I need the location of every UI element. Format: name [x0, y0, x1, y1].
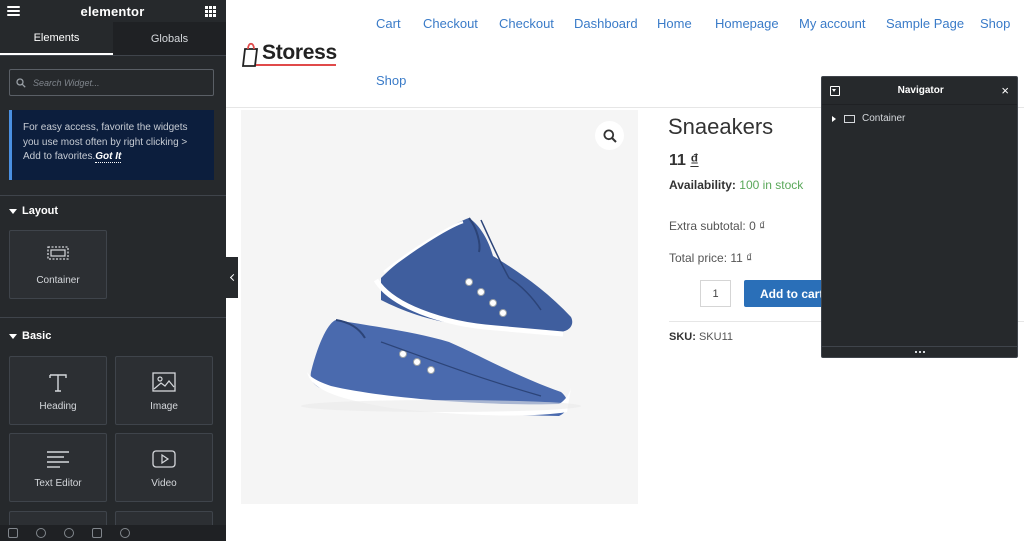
nav-link-home[interactable]: Home: [657, 16, 692, 31]
navigator-item-label: Container: [862, 113, 906, 124]
widget-label: Container: [36, 275, 80, 286]
availability: Availability: 100 in stock: [669, 178, 803, 192]
heading-icon: [49, 374, 67, 392]
nav-link-dashboard[interactable]: Dashboard: [574, 16, 638, 31]
navigator-panel: Navigator × Container: [821, 76, 1018, 358]
history-icon[interactable]: [64, 528, 74, 538]
section-title: Layout: [22, 205, 59, 217]
panel-header: elementor: [0, 0, 226, 22]
sku-label: SKU:: [669, 331, 696, 343]
navigator-icon[interactable]: [36, 528, 46, 538]
section-layout[interactable]: Layout: [9, 205, 58, 217]
caret-right-icon[interactable]: [832, 115, 836, 122]
price-amount: 11: [669, 152, 686, 169]
text-editor-icon: [47, 451, 69, 468]
navigator-item-container[interactable]: Container: [832, 113, 905, 124]
widget-label: Video: [151, 478, 177, 489]
widget-label: Text Editor: [34, 478, 82, 489]
got-it-link[interactable]: Got It: [95, 151, 122, 163]
hamburger-icon[interactable]: [7, 6, 20, 16]
resize-handle[interactable]: [822, 346, 1017, 357]
logo-underline: [256, 64, 336, 66]
product-image[interactable]: [241, 110, 638, 504]
product-sku: SKU: SKU11: [669, 331, 733, 343]
search-box: [9, 69, 214, 96]
nav-link-checkout[interactable]: Checkout: [423, 16, 478, 31]
container-icon: [844, 114, 855, 123]
section-title: Basic: [22, 330, 52, 342]
stock-status: 100 in stock: [739, 178, 804, 192]
site-logo[interactable]: Storess: [242, 37, 337, 69]
total-price: Total price: 11 ₫: [669, 251, 752, 265]
nav-link-sample-page[interactable]: Sample Page: [886, 16, 964, 31]
nav-link-my-account[interactable]: My account: [799, 16, 865, 31]
editor-root: elementor Elements Globals For easy acce…: [0, 0, 1024, 541]
caret-down-icon: [9, 333, 17, 339]
extra-subtotal-label: Extra subtotal:: [669, 219, 746, 233]
section-divider: [0, 317, 226, 318]
video-icon: [152, 450, 176, 468]
brand-logo: elementor: [80, 3, 145, 19]
product-price: 11 ₫: [669, 152, 699, 170]
sku-value: SKU11: [698, 331, 733, 343]
sneaker-image: [301, 217, 581, 416]
nav-link-shop[interactable]: Shop: [980, 16, 1010, 31]
widget-image[interactable]: Image: [115, 356, 213, 425]
shopping-bag-icon: [242, 42, 259, 67]
search-input[interactable]: [33, 77, 193, 88]
navigator-title: Navigator: [897, 85, 944, 96]
nav-link-shop[interactable]: Shop: [376, 73, 406, 88]
navigator-header[interactable]: Navigator ×: [822, 77, 1017, 105]
image-icon: [152, 372, 176, 392]
elementor-panel: elementor Elements Globals For easy acce…: [0, 0, 226, 541]
chevron-left-icon: [229, 273, 237, 282]
section-basic[interactable]: Basic: [9, 330, 51, 342]
quantity-input[interactable]: [700, 280, 731, 307]
settings-icon[interactable]: [8, 528, 18, 538]
container-icon: [47, 246, 69, 260]
zoom-icon: [603, 129, 617, 143]
panel-collapse-toggle[interactable]: [226, 257, 238, 298]
total-price-value: 11 ₫: [730, 251, 753, 265]
extra-subtotal-value: 0 ₫: [749, 219, 766, 233]
widget-heading[interactable]: Heading: [9, 356, 107, 425]
widget-label: Image: [150, 401, 178, 412]
logo-text: Storess: [262, 41, 337, 64]
total-price-label: Total price:: [669, 251, 728, 265]
section-divider: [0, 195, 226, 196]
collapse-icon[interactable]: [830, 85, 840, 96]
zoom-button[interactable]: [595, 121, 624, 150]
tab-globals[interactable]: Globals: [113, 22, 226, 55]
search-icon: [16, 77, 26, 88]
close-icon[interactable]: ×: [1001, 84, 1009, 97]
caret-down-icon: [9, 208, 17, 214]
favorites-notice: For easy access, favorite the widgets yo…: [9, 110, 214, 180]
preview-icon[interactable]: [120, 528, 130, 538]
add-to-cart-button[interactable]: Add to cart: [744, 280, 828, 307]
tab-elements[interactable]: Elements: [0, 22, 113, 55]
responsive-icon[interactable]: [92, 528, 102, 538]
widget-text-editor[interactable]: Text Editor: [9, 433, 107, 502]
panel-footer: [0, 525, 226, 541]
nav-link-cart[interactable]: Cart: [376, 16, 401, 31]
widget-label: Heading: [39, 401, 77, 412]
grid-icon[interactable]: [205, 5, 216, 17]
widget-video[interactable]: Video: [115, 433, 213, 502]
panel-tabs: Elements Globals: [0, 22, 226, 56]
nav-link-homepage[interactable]: Homepage: [715, 16, 779, 31]
product-title: Snaeakers: [668, 114, 774, 139]
availability-label: Availability:: [669, 178, 736, 192]
price-currency: ₫: [690, 152, 699, 169]
extra-subtotal: Extra subtotal: 0 ₫: [669, 219, 765, 233]
widget-container[interactable]: Container: [9, 230, 107, 299]
nav-link-checkout[interactable]: Checkout: [499, 16, 554, 31]
